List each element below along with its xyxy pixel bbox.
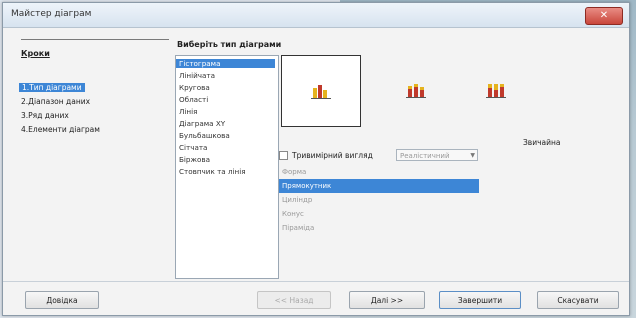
chart-subtype-previews (281, 55, 621, 141)
chart-type-heading: Виберіть тип діаграми (177, 40, 282, 49)
three-d-style-value: Реалістичний (400, 152, 450, 160)
bar-chart-normal-icon[interactable] (281, 55, 361, 127)
chart-type-list[interactable]: Гістограма Лінійчата Кругова Області Лін… (175, 55, 279, 279)
next-button[interactable]: Далі >> (349, 291, 425, 309)
close-button[interactable]: ✕ (585, 7, 623, 25)
shape-item[interactable]: Циліндр (279, 193, 479, 207)
shape-heading: Форма (282, 168, 307, 176)
finish-button[interactable]: Завершити (439, 291, 521, 309)
step-data-range[interactable]: 2.Діапазон даних (21, 97, 90, 106)
chart-type-item[interactable]: Стовпчик та лінія (179, 167, 246, 176)
window-title: Майстер діаграм (11, 9, 92, 19)
shape-item[interactable]: Конус (279, 207, 479, 221)
three-d-label: Тривимірний вигляд (292, 151, 373, 160)
chart-type-item[interactable]: Гістограма (176, 59, 275, 68)
help-button[interactable]: Довідка (25, 291, 99, 309)
shape-list: Форма Прямокутник Циліндр Конус Піраміда (279, 165, 479, 235)
chart-type-item[interactable]: Кругова (179, 83, 210, 92)
chart-type-item[interactable]: Діаграма XY (179, 119, 225, 128)
step-data-series[interactable]: 3.Ряд даних (21, 111, 69, 120)
title-bar: Майстер діаграм ✕ (3, 3, 629, 28)
chart-type-item[interactable]: Бульбашкова (179, 131, 230, 140)
shape-item[interactable]: Прямокутник (279, 179, 479, 193)
chart-type-item[interactable]: Лінія (179, 107, 197, 116)
steps-divider (21, 39, 169, 40)
subtype-label: Звичайна (523, 138, 561, 147)
back-button[interactable]: << Назад (257, 291, 331, 309)
chevron-down-icon: ▼ (470, 152, 475, 159)
chart-type-item[interactable]: Сітчата (179, 143, 207, 152)
step-chart-elements[interactable]: 4.Елементи діаграм (21, 125, 100, 134)
bar-chart-stacked-icon[interactable] (377, 55, 455, 125)
cancel-button[interactable]: Скасувати (537, 291, 619, 309)
steps-heading: Кроки (21, 49, 50, 58)
step-chart-type[interactable]: 1.Тип діаграми (19, 83, 85, 92)
three-d-checkbox[interactable] (279, 151, 288, 160)
button-separator (3, 281, 629, 282)
three-d-style-select[interactable]: Реалістичний ▼ (396, 149, 478, 161)
chart-wizard-dialog: Майстер діаграм ✕ Кроки 1.Тип діаграми 2… (2, 2, 630, 316)
shape-item[interactable]: Піраміда (279, 221, 479, 235)
chart-type-item[interactable]: Біржова (179, 155, 210, 164)
chart-type-item[interactable]: Лінійчата (179, 71, 215, 80)
chart-type-item[interactable]: Області (179, 95, 208, 104)
three-d-option[interactable]: Тривимірний вигляд (279, 151, 373, 160)
close-icon: ✕ (599, 10, 609, 21)
bar-chart-percent-icon[interactable] (457, 55, 535, 125)
